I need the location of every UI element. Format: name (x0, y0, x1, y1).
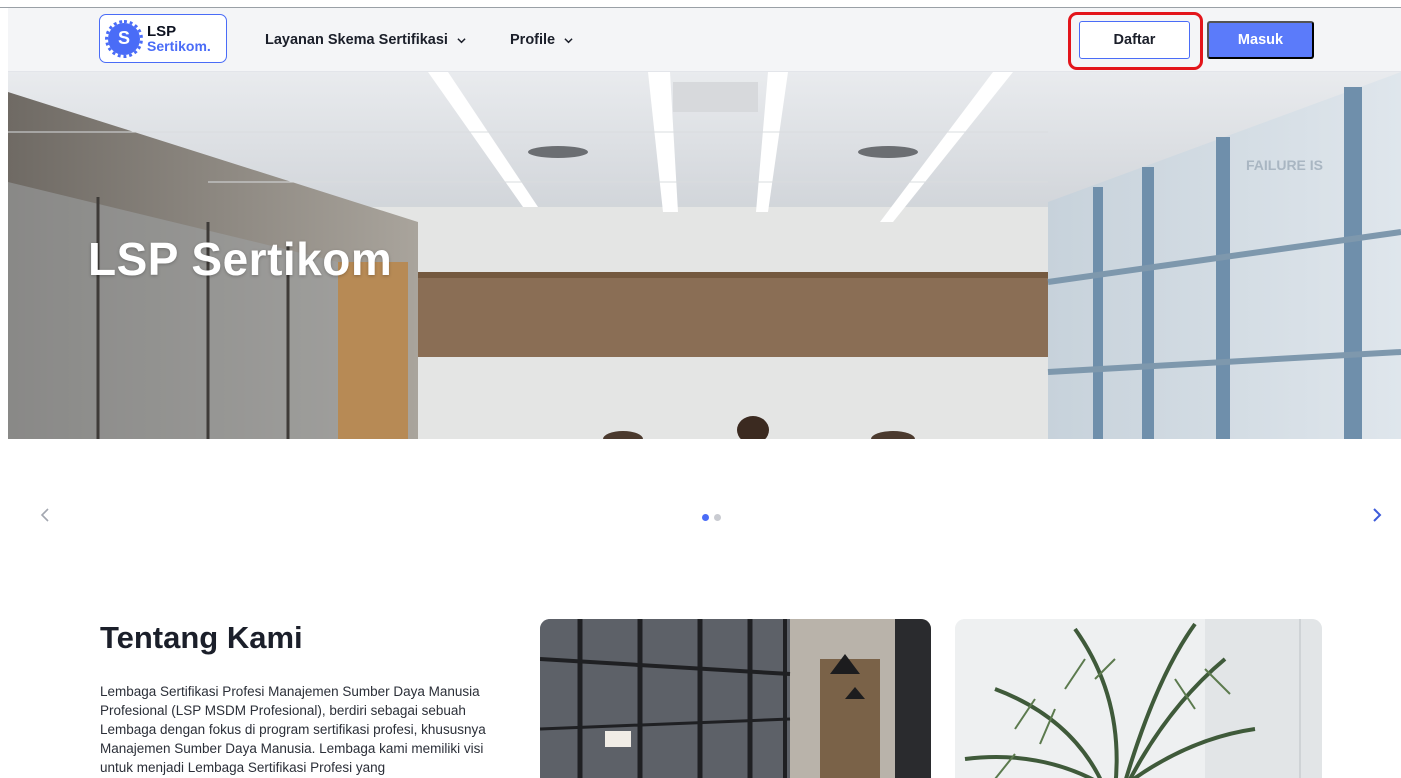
logo-text: LSP Sertikom. (147, 22, 211, 54)
masuk-button[interactable]: Masuk (1207, 21, 1314, 59)
about-title: Tentang Kami (100, 620, 303, 655)
nav-profile-label: Profile (510, 32, 556, 48)
wall-sign-text: FAILURE IS (1246, 157, 1323, 173)
logo-badge-letter: S (117, 28, 130, 48)
logo-line1: LSP (147, 22, 177, 40)
about-photo-office-corridor (540, 619, 931, 778)
hero-banner: FAILURE IS LSP Sertikom (8, 72, 1401, 439)
carousel-indicators (702, 514, 721, 521)
browser-top-edge (0, 0, 1401, 8)
nav-profile[interactable]: Profile (510, 8, 573, 72)
site-header: S LSP Sertikom. Layanan Skema Sertifikas… (8, 8, 1401, 72)
about-description: Lembaga Sertifikasi Profesi Manajemen Su… (100, 684, 486, 775)
carousel-next-button[interactable] (1372, 505, 1382, 527)
carousel-dot-2[interactable] (714, 514, 721, 521)
chevron-right-icon (1373, 508, 1382, 522)
hero-title: LSP Sertikom (88, 233, 393, 285)
logo-badge-icon: S (105, 19, 143, 58)
logo-line2: Sertikom. (147, 37, 211, 54)
carousel-prev-button[interactable] (40, 505, 50, 527)
chevron-down-icon (564, 37, 573, 43)
chevron-left-icon (40, 508, 49, 522)
nav-layanan-label: Layanan Skema Sertifikasi (265, 32, 448, 48)
nav-layanan-skema[interactable]: Layanan Skema Sertifikasi (265, 8, 466, 72)
chevron-down-icon (457, 37, 466, 43)
plant-image (955, 619, 1322, 778)
daftar-button[interactable]: Daftar (1079, 21, 1190, 59)
site-logo[interactable]: S LSP Sertikom. (99, 14, 227, 63)
about-photo-plant (955, 619, 1322, 778)
carousel-dot-1[interactable] (702, 514, 709, 521)
office-corridor-image (540, 619, 931, 778)
